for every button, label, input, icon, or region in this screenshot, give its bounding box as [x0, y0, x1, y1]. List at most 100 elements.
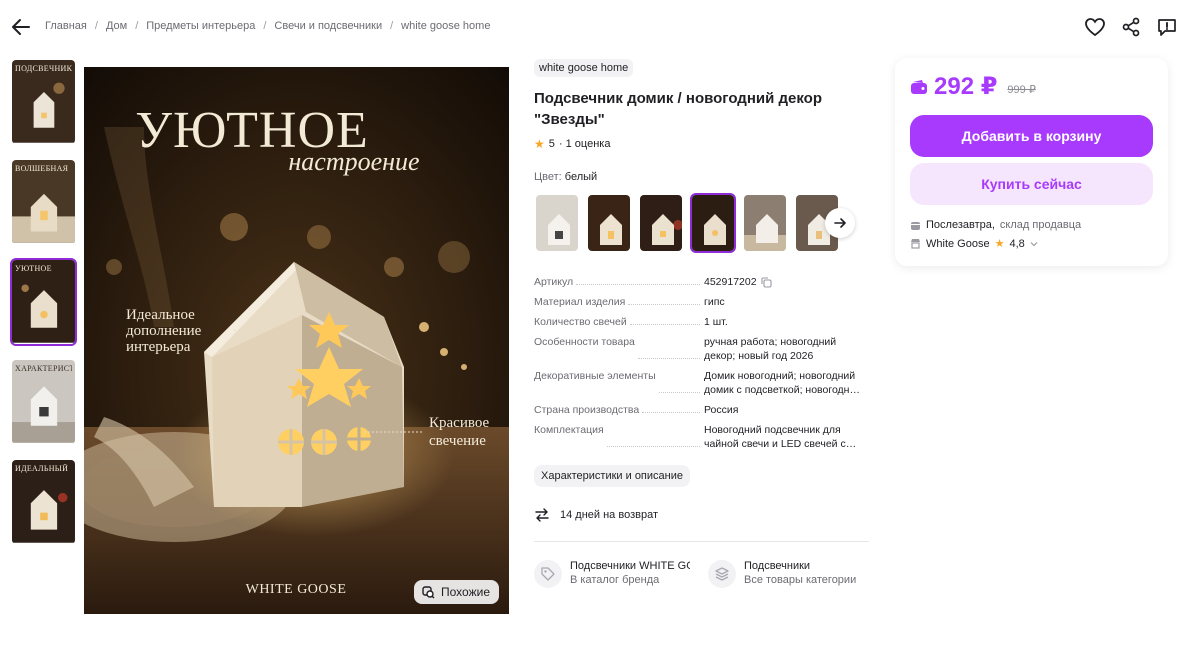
breadcrumb-item[interactable]: Главная: [45, 20, 87, 32]
seller-info[interactable]: White Goose ★ 4,8: [910, 237, 1153, 250]
photo-brand-mark: WHITE GOOSE: [246, 582, 347, 597]
brand-catalog-title: Подсвечники WHITE GOOSE: [570, 560, 690, 572]
brand-catalog-subtitle: В каталог бренда: [570, 574, 660, 586]
top-actions: [1084, 16, 1178, 38]
delivery-info: Послезавтра, склад продавца: [910, 219, 1153, 231]
rating-row[interactable]: ★ 5 · 1 оценка: [534, 137, 869, 151]
heart-icon[interactable]: [1084, 16, 1106, 38]
report-icon[interactable]: [1156, 16, 1178, 38]
spec-value: Россия: [704, 404, 739, 416]
main-product-photo[interactable]: УЮТНОЕ настроение Идеальное дополнение и…: [84, 67, 509, 614]
breadcrumb-item[interactable]: Предметы интерьера: [146, 20, 255, 32]
spec-row: Материал изделия гипс: [534, 295, 869, 309]
share-icon[interactable]: [1120, 16, 1142, 38]
thumbnail-caption: ПОДСВЕЧНИК ДОМИК: [15, 64, 72, 73]
spec-row: Декоративные элементы Домик новогодний; …: [534, 369, 869, 397]
spec-key: Особенности товара: [534, 335, 638, 363]
category-link[interactable]: Подсвечники Все товары категории: [708, 560, 868, 588]
layers-icon: [708, 560, 736, 588]
color-variants: [534, 193, 869, 253]
breadcrumb-separator: /: [94, 20, 98, 32]
return-icon: [535, 508, 549, 522]
variant-option[interactable]: [534, 193, 580, 253]
thumbnail[interactable]: ИДЕАЛЬНЫЙ: [10, 458, 77, 546]
photo-left-note-2: дополнение: [126, 323, 202, 339]
variant-image: [588, 195, 630, 251]
copy-icon[interactable]: [761, 277, 772, 288]
spec-value: 1 шт.: [704, 316, 728, 328]
seller-rating: 4,8: [1009, 237, 1025, 250]
breadcrumb-item[interactable]: white goose home: [401, 20, 490, 32]
thumbnail[interactable]: ПОДСВЕЧНИК ДОМИК: [10, 58, 77, 146]
thumbnail-strip: ПОДСВЕЧНИК ДОМИК ВОЛШЕБНАЯ УЮТНОЕ ХАРАКТ…: [10, 58, 77, 546]
price-card: 292 ₽ 999 ₽ Добавить в корзину Купить се…: [895, 58, 1168, 266]
current-price: 292 ₽: [934, 73, 998, 100]
thumbnail[interactable]: ВОЛШЕБНАЯ: [10, 158, 77, 246]
photo-right-note-2: свечение: [429, 433, 486, 449]
chevron-down-icon: [1030, 241, 1038, 246]
breadcrumb-separator: /: [390, 20, 394, 32]
spec-row: Количество свечей 1 шт.: [534, 315, 869, 329]
store-icon: [911, 239, 920, 249]
spec-key: Артикул: [534, 275, 577, 289]
spec-key: Комплектация: [534, 423, 607, 451]
spec-key: Количество свечей: [534, 315, 630, 329]
thumbnail-selected[interactable]: УЮТНОЕ: [10, 258, 77, 346]
add-to-cart-button[interactable]: Добавить в корзину: [910, 115, 1153, 157]
variant-option[interactable]: [742, 193, 788, 253]
reviews-count: · 1 оценка: [558, 138, 611, 150]
category-subtitle: Все товары категории: [744, 574, 857, 586]
variant-image: [640, 195, 682, 251]
variant-option-selected[interactable]: [690, 193, 736, 253]
buy-now-button[interactable]: Купить сейчас: [910, 163, 1153, 205]
thumbnail[interactable]: ХАРАКТЕРИСТИКИ: [10, 358, 77, 446]
spec-value: гипс: [704, 296, 725, 308]
characteristics-button[interactable]: Характеристики и описание: [534, 465, 690, 487]
spec-row: Комплектация Новогодний подсвечник для ч…: [534, 423, 869, 451]
brand-catalog-link[interactable]: Подсвечники WHITE GOOSE В каталог бренда: [534, 560, 694, 588]
divider: [534, 541, 869, 542]
spec-key: Декоративные элементы: [534, 369, 659, 397]
price-row: 292 ₽ 999 ₽: [910, 72, 1153, 101]
old-price: 999 ₽: [1007, 84, 1036, 96]
spec-row: Страна производства Россия: [534, 403, 869, 417]
thumbnail-caption: ВОЛШЕБНАЯ: [15, 164, 69, 173]
spec-value: Новогодний подсвечник для чайной свечи и…: [704, 424, 846, 450]
category-title: Подсвечники: [744, 560, 811, 572]
photo-script: настроение: [288, 147, 419, 176]
return-text: 14 дней на возврат: [560, 509, 658, 521]
product-photo-image: УЮТНОЕ настроение Идеальное дополнение и…: [84, 67, 509, 614]
variant-image: [744, 195, 786, 251]
thumbnail-caption: УЮТНОЕ: [15, 264, 52, 273]
similar-search-icon: [422, 585, 435, 598]
breadcrumb-item[interactable]: Свечи и подсвечники: [274, 20, 382, 32]
spec-key: Материал изделия: [534, 295, 629, 309]
star-icon: ★: [534, 137, 545, 151]
similar-label: Похожие: [441, 585, 490, 599]
return-policy: 14 дней на возврат: [534, 507, 869, 523]
spec-value: ручная работа; новогодний декор; новый г…: [704, 336, 837, 362]
back-arrow-icon[interactable]: [10, 16, 32, 38]
star-icon: ★: [994, 238, 1005, 250]
brand-chip[interactable]: white goose home: [534, 59, 634, 77]
thumbnail-caption: ИДЕАЛЬНЫЙ: [15, 464, 69, 473]
spec-key: Страна производства: [534, 403, 643, 417]
product-info: white goose home Подсвечник домик / ново…: [534, 58, 869, 588]
color-label: Цвет:: [534, 171, 562, 183]
tag-icon: [534, 560, 562, 588]
variant-image: [692, 195, 734, 251]
variant-option[interactable]: [638, 193, 684, 253]
spec-value: Домик новогодний; новогодний домик с под…: [704, 370, 862, 396]
photo-left-note-1: Идеальное: [126, 307, 195, 323]
variants-next-button[interactable]: [825, 208, 855, 238]
rating-value: 5: [548, 138, 555, 150]
breadcrumb-item[interactable]: Дом: [106, 20, 127, 32]
category-links: Подсвечники WHITE GOOSE В каталог бренда…: [534, 560, 869, 588]
similar-button[interactable]: Похожие: [414, 580, 499, 604]
arrow-right-icon: [834, 218, 846, 228]
spec-value: 452917202: [704, 275, 864, 289]
delivery-date: Послезавтра,: [926, 219, 995, 231]
box-icon: [911, 221, 920, 230]
variant-option[interactable]: [586, 193, 632, 253]
breadcrumb: Главная / Дом / Предметы интерьера / Све…: [45, 20, 490, 32]
